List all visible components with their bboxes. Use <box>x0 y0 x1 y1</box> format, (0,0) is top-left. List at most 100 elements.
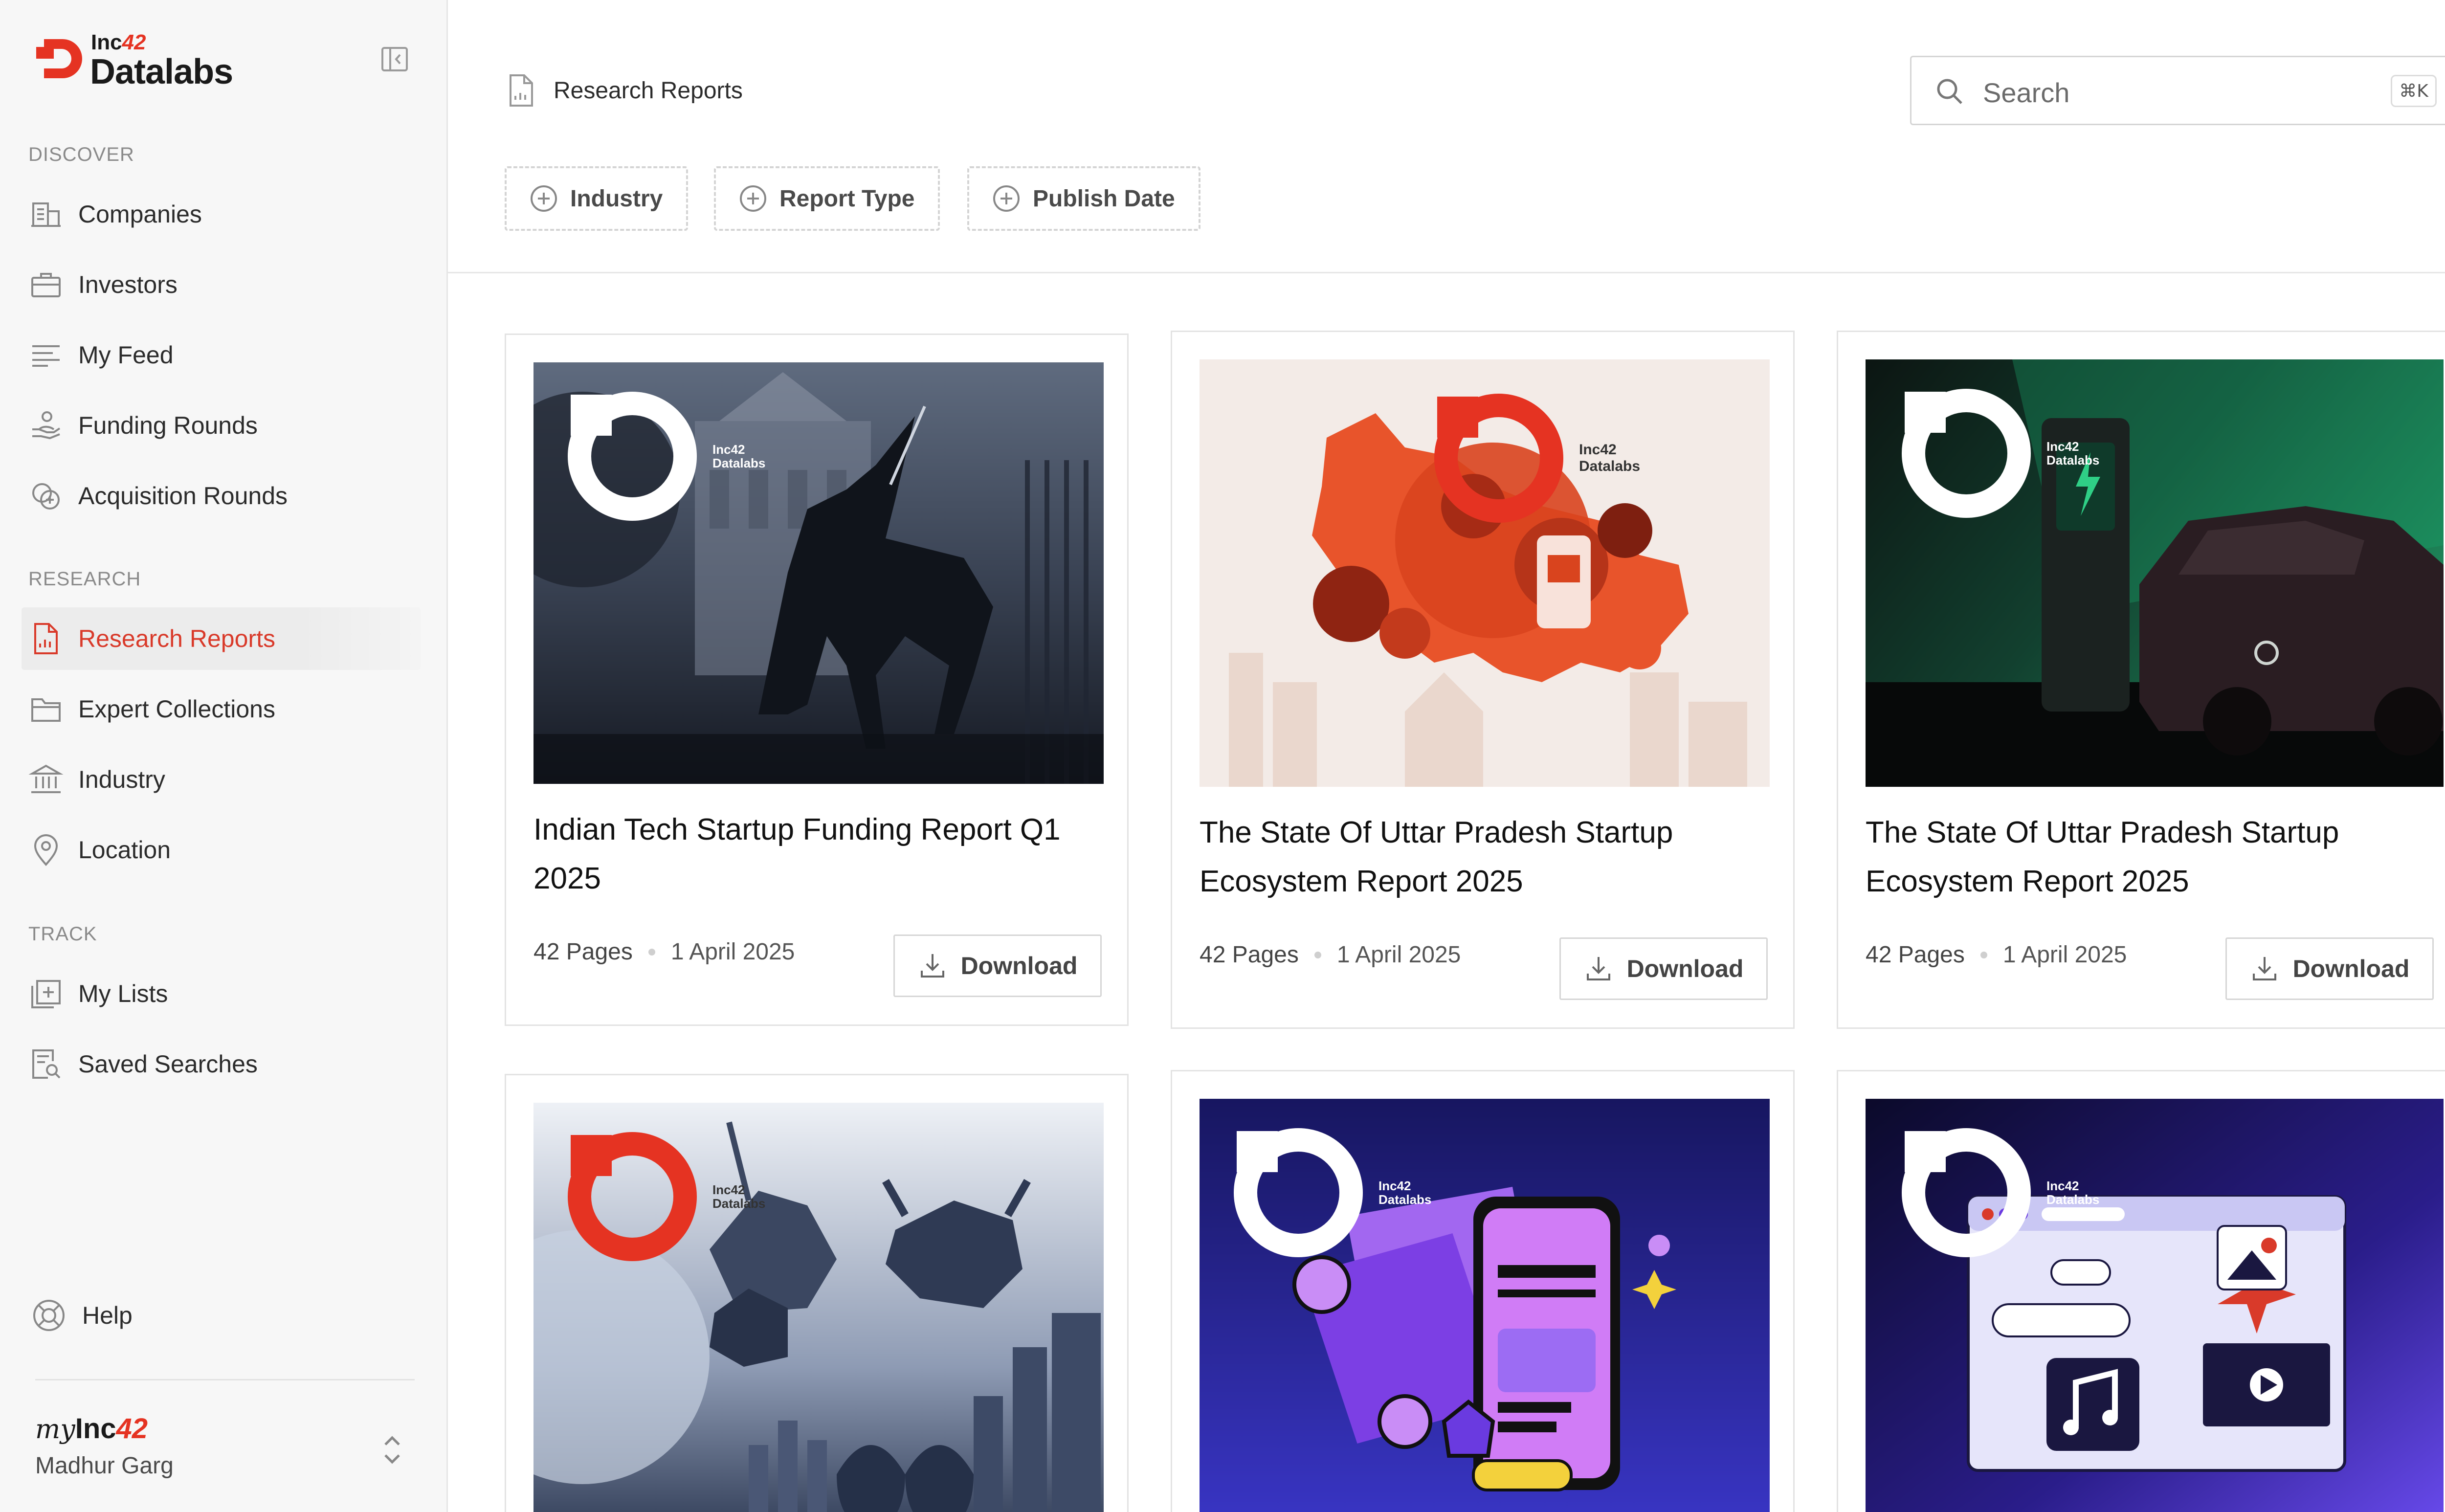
sidebar-item-label: Companies <box>78 200 202 228</box>
sidebar-item-label: Research Reports <box>78 625 275 652</box>
report-doc-icon <box>510 74 533 107</box>
folder-icon <box>31 698 61 722</box>
building-icon <box>31 202 61 227</box>
meta-separator-dot <box>1314 951 1321 958</box>
sidebar-item-investors[interactable]: Investors <box>22 253 421 316</box>
download-label: Download <box>2292 955 2410 982</box>
plus-circle-icon <box>531 185 557 212</box>
bank-icon <box>28 764 64 793</box>
thumbnail-brand-badge: Inc42 Datalabs <box>1425 385 1640 532</box>
datalabs-logo-icon <box>568 1132 697 1261</box>
sidebar-item-location[interactable]: Location <box>22 819 421 881</box>
report-card[interactable]: Inc42 Datalabs <box>505 1074 1129 1512</box>
help-label: Help <box>82 1302 133 1329</box>
meta-separator-dot <box>648 948 655 956</box>
sidebar-item-saved-searches[interactable]: Saved Searches <box>22 1033 421 1095</box>
report-pages: 42 Pages <box>1200 942 1299 968</box>
datalabs-logo-icon <box>1902 1128 2031 1257</box>
download-label: Download <box>1626 955 1744 982</box>
sidebar-item-research-reports[interactable]: Research Reports <box>22 607 421 670</box>
report-card[interactable]: Inc42 Datalabs Indian Tech Startup Fundin… <box>505 334 1129 1026</box>
sidebar-item-label: Location <box>78 836 171 864</box>
report-pages: 42 Pages <box>1866 942 1965 968</box>
download-button[interactable]: Download <box>1559 937 1768 1000</box>
list-plus-icon <box>31 980 61 1008</box>
sidebar-item-label: Funding Rounds <box>78 412 258 439</box>
doc-search-icon <box>32 1049 61 1079</box>
collapse-sidebar-icon[interactable] <box>379 44 410 74</box>
filter-publish-date-button[interactable]: Publish Date <box>967 166 1200 231</box>
plus-circle-icon <box>740 185 766 212</box>
report-card[interactable]: Inc42 Datalabs The State Of Uttar Pradesh… <box>1837 331 2445 1029</box>
sidebar-item-companies[interactable]: Companies <box>22 183 421 245</box>
map-pin-icon <box>34 834 58 867</box>
filter-label: Publish Date <box>1033 185 1175 212</box>
sidebar-item-industry[interactable]: Industry <box>22 748 421 811</box>
sidebar-item-label: My Lists <box>78 980 168 1007</box>
report-date: 1 April 2025 <box>1336 942 1461 968</box>
breadcrumb-label: Research Reports <box>554 77 743 104</box>
download-icon <box>1586 957 1610 980</box>
user-name: Madhur Garg <box>35 1453 174 1479</box>
report-date: 1 April 2025 <box>670 939 795 965</box>
report-title[interactable]: Indian Tech Startup Funding Report Q1 20… <box>533 805 1106 903</box>
download-icon <box>2252 957 2276 980</box>
search-input[interactable]: Search ⌘K <box>1910 56 2445 125</box>
report-thumbnail-fintech-phone[interactable]: Inc42 Datalabs <box>1200 1099 1770 1512</box>
section-label-discover: DISCOVER <box>28 144 134 165</box>
help-button[interactable]: Help <box>30 1291 133 1340</box>
report-thumbnail-bull-bear-unicorn[interactable]: Inc42 Datalabs <box>533 1103 1104 1512</box>
datalabs-logo-icon <box>1902 389 2031 518</box>
report-card[interactable]: Inc42 Datalabs <box>1171 1070 1795 1512</box>
datalabs-logo-icon <box>1434 394 1563 523</box>
breadcrumb: Research Reports <box>507 73 743 108</box>
report-meta: 42 Pages 1 April 2025 <box>533 938 795 965</box>
sidebar-item-my-lists[interactable]: My Lists <box>22 962 421 1025</box>
report-meta: 42 Pages 1 April 2025 <box>1200 941 1461 968</box>
thumbnail-brand-badge: Inc42 Datalabs <box>559 383 765 530</box>
account-switch-chevron-icon[interactable] <box>377 1428 408 1472</box>
feed-lines-icon <box>32 345 60 367</box>
report-thumbnail-ev-charging[interactable]: Inc42 Datalabs <box>1866 359 2444 787</box>
sidebar-item-label: Expert Collections <box>78 695 275 723</box>
sidebar-item-label: Investors <box>78 271 178 298</box>
sidebar-item-label: Industry <box>78 766 165 793</box>
report-thumbnail-music-ai-window[interactable]: Inc42 Datalabs <box>1866 1099 2444 1512</box>
section-label-track: TRACK <box>28 923 97 945</box>
report-title[interactable]: The State Of Uttar Pradesh Startup Ecosy… <box>1200 808 1772 906</box>
briefcase-icon <box>31 273 61 297</box>
report-title[interactable]: The State Of Uttar Pradesh Startup Ecosy… <box>1866 808 2438 906</box>
sidebar-item-acquisition-rounds[interactable]: Acquisition Rounds <box>22 465 421 527</box>
report-card[interactable]: Inc42 Datalabs The State Of Uttar Pradesh… <box>1171 331 1795 1029</box>
sidebar-item-label: Acquisition Rounds <box>78 482 288 510</box>
thumbnail-brand-badge: Inc42 Datalabs <box>559 1123 765 1270</box>
search-icon <box>1937 79 1962 104</box>
sidebar-item-my-feed[interactable]: My Feed <box>22 324 421 386</box>
hand-coin-icon <box>32 411 61 440</box>
report-card[interactable]: Inc42 Datalabs <box>1837 1070 2445 1512</box>
logo-inc-text: Inc42 <box>91 30 146 54</box>
filter-report-type-button[interactable]: Report Type <box>714 166 940 231</box>
sidebar-divider <box>35 1379 415 1380</box>
logo-title: Datalabs <box>90 52 233 91</box>
sidebar-item-expert-collections[interactable]: Expert Collections <box>22 678 421 740</box>
sidebar-item-funding-rounds[interactable]: Funding Rounds <box>22 394 421 457</box>
plus-circle-icon <box>993 185 1020 212</box>
report-doc-icon <box>34 623 58 654</box>
report-thumbnail-unicorn-city[interactable]: Inc42 Datalabs <box>533 362 1104 784</box>
coins-plus-icon <box>32 483 60 510</box>
download-button[interactable]: Download <box>893 934 1102 997</box>
section-label-research: RESEARCH <box>28 568 141 590</box>
filter-label: Report Type <box>779 185 915 212</box>
filter-label: Industry <box>570 185 663 212</box>
download-icon <box>920 954 944 978</box>
report-date: 1 April 2025 <box>2002 942 2127 968</box>
report-thumbnail-up-map[interactable]: Inc42 Datalabs <box>1200 359 1770 787</box>
search-placeholder: Search <box>1983 77 2070 108</box>
sidebar-item-label: Saved Searches <box>78 1050 258 1078</box>
download-button[interactable]: Download <box>2225 937 2434 1000</box>
header-divider <box>448 272 2445 273</box>
filter-industry-button[interactable]: Industry <box>505 166 689 231</box>
myinc-logo: myInc42 <box>35 1413 148 1445</box>
datalabs-logo[interactable]: Inc42 Datalabs <box>34 30 240 91</box>
